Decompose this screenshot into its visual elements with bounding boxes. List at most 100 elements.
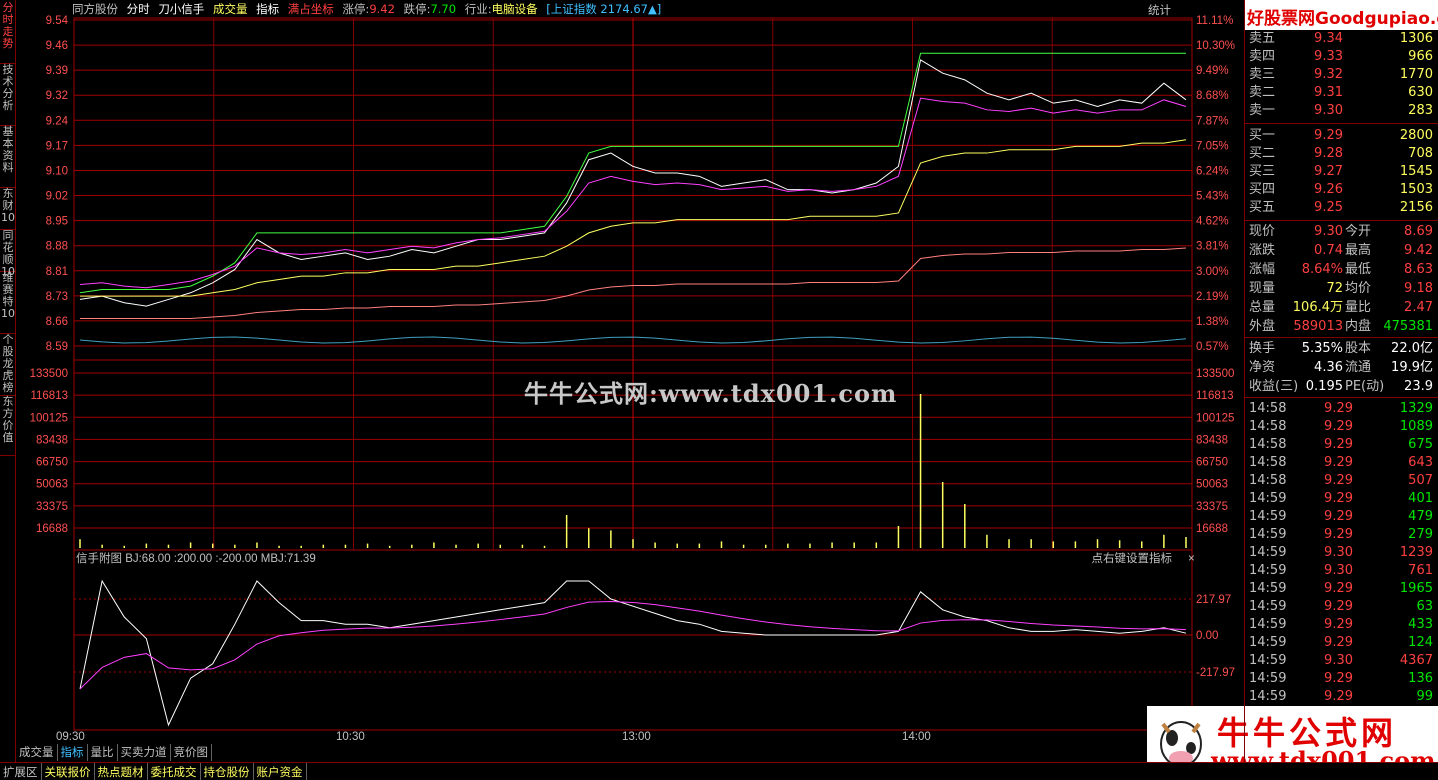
- trading-window: 分时走势 技术分析 基本资料 东财10 同花顺10 维赛特10 个股龙虎榜 东方价值 同方股份…: [0, 0, 1438, 780]
- tick-price: 9.29: [1324, 689, 1353, 704]
- tick-row[interactable]: 14:58 9.29 643: [1245, 454, 1438, 472]
- tick-row[interactable]: 14:58 9.29 507: [1245, 472, 1438, 490]
- tick-price: 9.29: [1324, 509, 1353, 524]
- tick-volume: 4367: [1399, 653, 1433, 668]
- tick-time: 14:59: [1249, 653, 1287, 668]
- stats2-value-b: 22.0亿: [1391, 341, 1433, 356]
- tick-row[interactable]: 14:58 9.29 675: [1245, 436, 1438, 454]
- stats-label-a: 现价: [1249, 224, 1276, 239]
- panel-separator: [1245, 220, 1438, 221]
- intraday-chart[interactable]: 9.54 11.11% 9.46 10.30% 9.39 9.49% 9.32 8.68% 9.…: [0, 0, 1244, 744]
- tick-row[interactable]: 14:59 9.29 1965: [1245, 580, 1438, 598]
- tick-row[interactable]: 14:59 9.29 401: [1245, 490, 1438, 508]
- chart-tab-1[interactable]: 指标: [58, 744, 88, 761]
- time-tick-label: 14:00: [902, 731, 931, 743]
- buy-level-volume: 2800: [1399, 128, 1433, 143]
- volume-tick-label-right: 33375: [1196, 501, 1228, 513]
- volume-tick-label-right: 133500: [1196, 368, 1234, 380]
- stats-row: 涨跌 0.74 最高 9.42: [1245, 242, 1438, 260]
- bottom-tab-1[interactable]: 关联报价: [42, 763, 95, 780]
- tick-row[interactable]: 14:59 9.29 63: [1245, 598, 1438, 616]
- buy-level-label: 买二: [1249, 146, 1276, 161]
- stats-label-a: 总量: [1249, 300, 1276, 315]
- pct-tick-label: 0.57%: [1196, 341, 1229, 353]
- volume-tick-label: 33375: [36, 501, 68, 513]
- stats2-value-b: 23.9: [1404, 379, 1433, 394]
- price-tick-label: 8.73: [46, 291, 68, 303]
- buy-level-row: 买四 9.26 1503: [1245, 181, 1438, 199]
- tick-time: 14:59: [1249, 527, 1287, 542]
- tick-row[interactable]: 14:59 9.30 1239: [1245, 544, 1438, 562]
- tick-price: 9.30: [1324, 653, 1353, 668]
- stats-value-b: 9.42: [1404, 243, 1433, 258]
- stats2-value-a: 4.36: [1314, 360, 1343, 375]
- tick-time: 14:59: [1249, 689, 1287, 704]
- price-tick-label: 9.02: [46, 191, 68, 203]
- tick-row[interactable]: 14:59 9.30 4367: [1245, 652, 1438, 670]
- tick-price: 9.29: [1324, 419, 1353, 434]
- stats-value-a: 9.30: [1314, 224, 1343, 239]
- tick-row[interactable]: 14:59 9.29 124: [1245, 634, 1438, 652]
- sell-level-row: 卖一 9.30 283: [1245, 102, 1438, 120]
- bottom-tab-0[interactable]: 扩展区: [0, 763, 42, 780]
- quote-panel: 好股票网Goodgupiao.com 卖五 9.34 1306 卖四 9.33 966 卖三…: [1244, 0, 1438, 762]
- chart-tab-3[interactable]: 买卖力道: [118, 744, 171, 761]
- chart-tab-2[interactable]: 量比: [88, 744, 118, 761]
- tick-time: 14:59: [1249, 599, 1287, 614]
- stats-label-b: 量比: [1345, 300, 1372, 315]
- buy-level-label: 买五: [1249, 200, 1276, 215]
- tick-price: 9.29: [1324, 617, 1353, 632]
- sell-level-label: 卖二: [1249, 85, 1276, 100]
- indicator-tick-label: -217.97: [1196, 667, 1235, 679]
- tick-row[interactable]: 14:58 9.29 1089: [1245, 418, 1438, 436]
- tick-row[interactable]: 14:59 9.29 479: [1245, 508, 1438, 526]
- stats-row: 现价 9.30 今开 8.69: [1245, 223, 1438, 241]
- price-tick-label: 9.24: [46, 115, 69, 127]
- stats-label-b: 今开: [1345, 224, 1372, 239]
- sell-level-label: 卖五: [1249, 31, 1276, 46]
- stats2-row: 收益(三) 0.195 PE(动) 23.9: [1245, 378, 1438, 396]
- buy-level-price: 9.29: [1314, 128, 1343, 143]
- buy-level-price: 9.28: [1314, 146, 1343, 161]
- stats2-label-b: 流通: [1345, 360, 1372, 375]
- bottom-tab-2[interactable]: 热点题材: [95, 763, 148, 780]
- stats-label-a: 涨跌: [1249, 243, 1276, 258]
- tick-row[interactable]: 14:59 9.29 433: [1245, 616, 1438, 634]
- price-tick-label: 8.81: [46, 266, 68, 278]
- price-tick-label: 9.32: [46, 90, 68, 102]
- stats-row: 现量 72 均价 9.18: [1245, 280, 1438, 298]
- stats-label-a: 外盘: [1249, 319, 1276, 334]
- pct-tick-label: 4.62%: [1196, 216, 1229, 228]
- tick-time: 14:59: [1249, 545, 1287, 560]
- stats-value-b: 8.69: [1404, 224, 1433, 239]
- sell-level-label: 卖一: [1249, 103, 1276, 118]
- volume-tick-label: 83438: [36, 434, 68, 446]
- bottom-tab-5[interactable]: 账户资金: [254, 763, 307, 780]
- tick-row[interactable]: 14:59 9.29 136: [1245, 670, 1438, 688]
- tick-price: 9.30: [1324, 545, 1353, 560]
- tick-row[interactable]: 14:59 9.30 761: [1245, 562, 1438, 580]
- stats-label-b: 均价: [1345, 281, 1372, 296]
- stats-row: 外盘 589013 内盘 475381: [1245, 318, 1438, 336]
- tick-time: 14:59: [1249, 635, 1287, 650]
- stats2-label-a: 收益(三): [1249, 379, 1299, 394]
- price-tick-label: 9.46: [46, 40, 68, 52]
- time-tick-label: 10:30: [336, 731, 365, 743]
- bottom-tab-3[interactable]: 委托成交: [148, 763, 201, 780]
- volume-tick-label: 16688: [36, 523, 68, 535]
- indicator-tick-label: 217.97: [1196, 594, 1231, 606]
- tick-time: 14:58: [1249, 419, 1287, 434]
- indicator-hint: 点右键设置指标: [1092, 551, 1173, 565]
- chart-tab-4[interactable]: 竞价图: [171, 744, 212, 761]
- indicator-tick-label: 0.00: [1196, 630, 1218, 642]
- stats-row: 总量 106.4万 量比 2.47: [1245, 299, 1438, 317]
- volume-tick-label: 100125: [30, 412, 68, 424]
- stats-value-a: 0.74: [1314, 243, 1343, 258]
- stats-label-b: 内盘: [1345, 319, 1372, 334]
- chart-tab-0[interactable]: 成交量: [16, 744, 58, 761]
- tick-row[interactable]: 14:59 9.29 279: [1245, 526, 1438, 544]
- bottom-tab-4[interactable]: 持仓股份: [201, 763, 254, 780]
- tick-row[interactable]: 14:58 9.29 1329: [1245, 400, 1438, 418]
- buy-level-volume: 2156: [1399, 200, 1433, 215]
- tick-row[interactable]: 14:59 9.29 99: [1245, 688, 1438, 706]
